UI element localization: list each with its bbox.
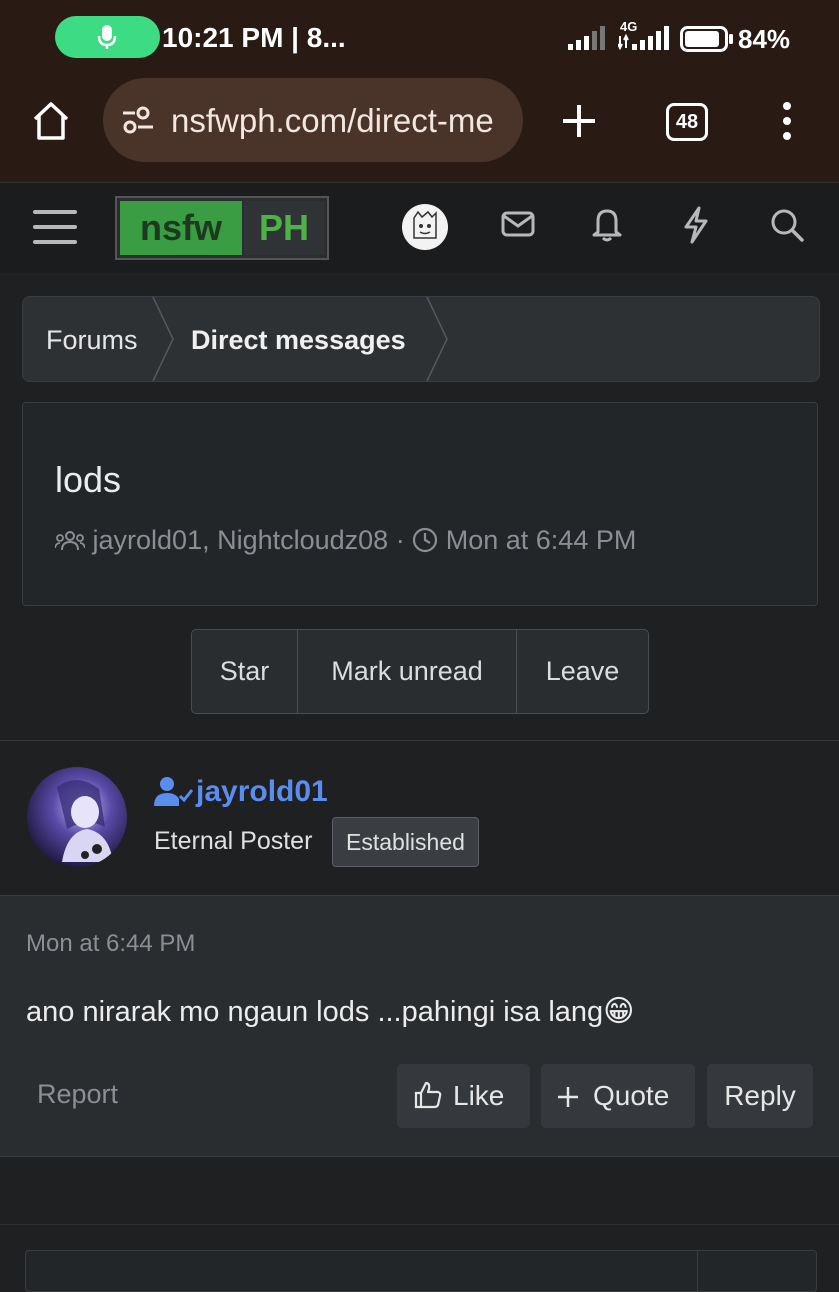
logo-ph-text: PH	[244, 201, 324, 255]
quote-label: Quote	[593, 1080, 670, 1111]
status-time: 10:21 PM | 8...	[162, 22, 346, 53]
breadcrumb-separator	[152, 297, 174, 381]
message-body: Mon at 6:44 PM ano nirarak mo ngaun lods…	[0, 895, 839, 1157]
like-label: Like	[453, 1080, 505, 1111]
lightning-icon[interactable]	[682, 206, 710, 244]
home-icon[interactable]	[30, 100, 72, 142]
battery-percent: 84%	[738, 24, 791, 54]
message-date[interactable]: Mon at 6:44 PM	[26, 930, 195, 958]
plus-icon	[558, 1087, 578, 1107]
mic-icon	[97, 25, 117, 49]
report-link[interactable]: Report	[37, 1079, 118, 1110]
star-button[interactable]: Star	[192, 630, 298, 713]
battery-icon	[680, 26, 733, 52]
more-menu-icon[interactable]	[780, 101, 794, 141]
url-text[interactable]: nsfwph.com/direct-me	[171, 102, 494, 140]
mark-unread-button[interactable]: Mark unread	[298, 630, 517, 713]
user-avatar-small[interactable]	[402, 204, 448, 250]
logo-nsfw-text: nsfw	[120, 201, 242, 255]
thumbs-up-icon	[414, 1081, 442, 1109]
meta-separator: ·	[395, 525, 405, 555]
site-settings-icon[interactable]	[121, 106, 155, 134]
breadcrumb-direct-messages[interactable]: Direct messages	[191, 325, 406, 356]
divider	[697, 1251, 698, 1291]
message-avatar[interactable]	[27, 767, 127, 867]
breadcrumb-separator	[426, 297, 448, 381]
hamburger-menu-icon[interactable]	[33, 208, 77, 246]
thread-header-card: lods jayrold01, Nightcloudz08 · Mon at 6…	[22, 402, 818, 606]
search-icon[interactable]	[770, 208, 804, 242]
thread-actions: Star Mark unread Leave	[191, 629, 649, 714]
breadcrumb: Forums Direct messages	[22, 296, 820, 382]
avatar-image	[27, 767, 127, 867]
tab-switcher-button[interactable]: 48	[666, 103, 708, 141]
signal-icon	[568, 26, 605, 50]
breadcrumb-forums[interactable]: Forums	[46, 325, 138, 356]
mic-active-indicator[interactable]	[55, 16, 160, 58]
bell-icon[interactable]	[592, 206, 622, 242]
new-tab-icon[interactable]	[560, 102, 598, 140]
thread-participants[interactable]: jayrold01, Nightcloudz08	[93, 525, 389, 555]
inbox-icon[interactable]	[501, 210, 535, 238]
user-verified-icon	[154, 777, 194, 806]
divider	[0, 1224, 839, 1225]
thread-title: lods	[55, 459, 122, 500]
reply-button[interactable]: Reply	[707, 1064, 813, 1128]
leave-button[interactable]: Leave	[517, 630, 648, 713]
like-button[interactable]: Like	[397, 1064, 530, 1128]
message-text-content: ano nirarak mo ngaun lods ...pahingi isa…	[26, 996, 604, 1028]
quote-button[interactable]: Quote	[541, 1064, 695, 1128]
participants-icon	[54, 531, 86, 551]
url-bar[interactable]: nsfwph.com/direct-me	[103, 78, 523, 162]
avatar-drawing	[413, 210, 437, 239]
thread-meta: jayrold01, Nightcloudz08 · Mon at 6:44 P…	[54, 525, 637, 556]
user-title: Eternal Poster	[154, 827, 313, 855]
reply-box-card	[25, 1250, 817, 1292]
site-logo[interactable]: nsfw PH	[115, 196, 329, 260]
message-text: ano nirarak mo ngaun lods ...pahingi isa…	[26, 994, 634, 1029]
signal-4g-icon	[618, 26, 669, 50]
thread-time: Mon at 6:44 PM	[445, 525, 637, 555]
clock-icon	[413, 527, 438, 553]
user-badge: Established	[332, 817, 479, 867]
grin-emoji: 😁	[603, 995, 635, 1028]
message-username[interactable]: jayrold01	[196, 775, 328, 809]
